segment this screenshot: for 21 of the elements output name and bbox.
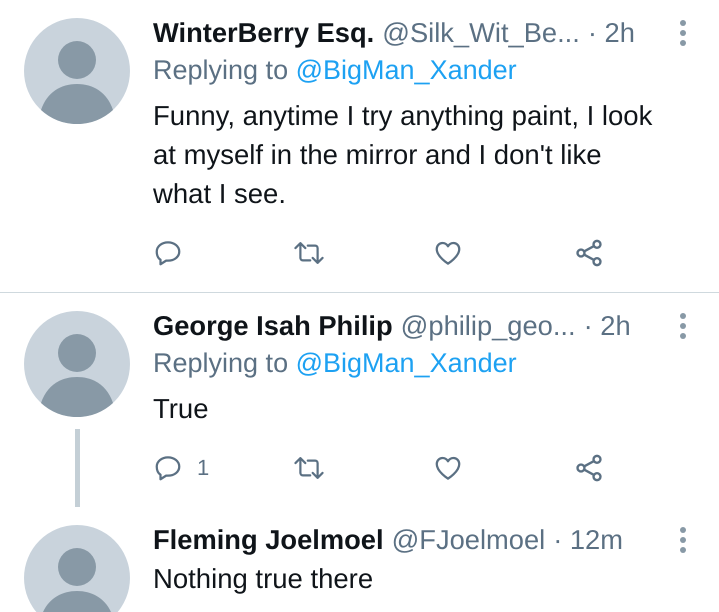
avatar-icon[interactable] <box>24 18 130 124</box>
timestamp: · 12m <box>553 525 623 555</box>
reply-count: 1 <box>197 455 210 481</box>
replying-to-text: Replying to @BigMan_Xander <box>153 54 518 87</box>
tweet-text: True <box>153 392 210 426</box>
user-handle: @Silk_Wit_Be... <box>382 18 580 48</box>
user-name[interactable]: George Isah Philip <box>153 311 393 341</box>
avatar-icon[interactable] <box>24 311 130 417</box>
more-icon[interactable] <box>679 527 687 553</box>
replying-to-text: Replying to @BigMan_Xander <box>153 347 518 380</box>
tweet-text: Nothing true there <box>153 562 374 596</box>
user-name[interactable]: Fleming Joelmoel <box>153 525 384 555</box>
timestamp: · 2h <box>588 18 635 48</box>
more-icon[interactable] <box>679 20 687 46</box>
timestamp: · 2h <box>584 311 631 341</box>
more-icon[interactable] <box>679 313 687 339</box>
avatar-icon[interactable] <box>24 525 130 612</box>
user-name[interactable]: WinterBerry Esq. <box>153 18 374 48</box>
user-handle: @philip_geo... <box>400 311 576 341</box>
tweet-text: Funny, anytime I try anything paint, I look at myself in the mirror and I don't like what I see. <box>153 99 654 211</box>
user-handle: @FJoelmoel <box>392 525 546 555</box>
